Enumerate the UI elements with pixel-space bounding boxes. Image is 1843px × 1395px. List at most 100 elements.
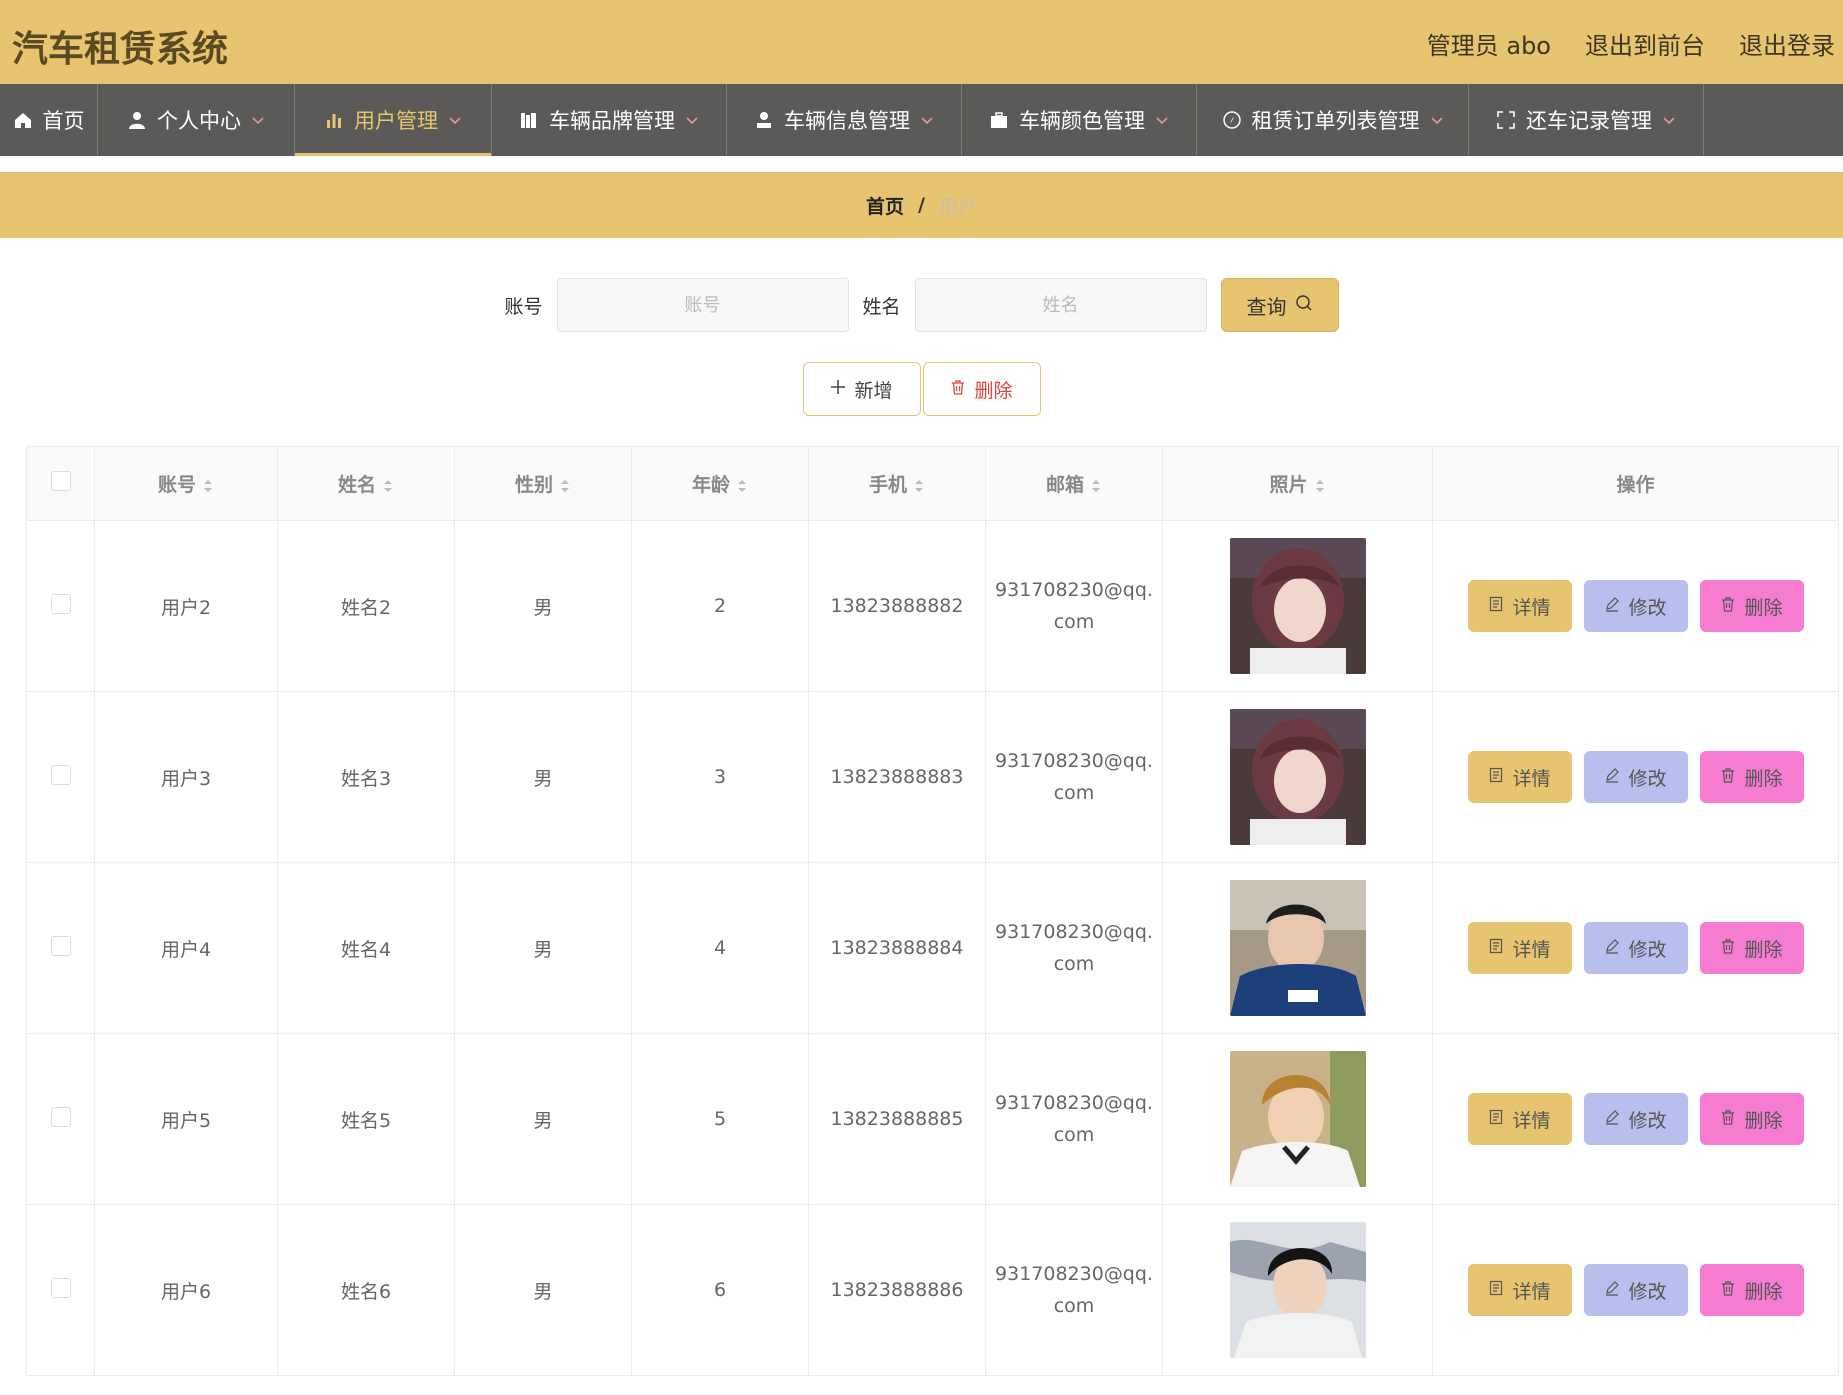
pencil-icon bbox=[1604, 1279, 1620, 1301]
gender-cell: 男 bbox=[454, 1033, 632, 1205]
chevron-down-icon bbox=[685, 113, 699, 127]
account-cell: 用户3 bbox=[94, 691, 278, 863]
column-label: 照片 bbox=[1269, 474, 1308, 496]
select-cell bbox=[26, 1033, 95, 1205]
edit-button[interactable]: 修改 bbox=[1583, 751, 1688, 803]
nav-item-user-management[interactable]: 用户管理 bbox=[295, 84, 492, 156]
account-search-input[interactable] bbox=[556, 278, 849, 332]
sort-icon[interactable] bbox=[559, 477, 571, 495]
user-photo[interactable] bbox=[1229, 1051, 1366, 1187]
detail-label: 详情 bbox=[1512, 1109, 1551, 1132]
sort-icon[interactable] bbox=[1090, 477, 1102, 495]
detail-button[interactable]: 详情 bbox=[1467, 751, 1572, 803]
logout-link[interactable]: 退出登录 bbox=[1739, 26, 1835, 61]
query-button[interactable]: 查询 bbox=[1220, 278, 1339, 332]
edit-label: 修改 bbox=[1628, 938, 1667, 961]
select-all-cell bbox=[26, 446, 95, 521]
edit-button[interactable]: 修改 bbox=[1583, 1093, 1688, 1145]
user-photo[interactable] bbox=[1229, 538, 1366, 674]
chevron-down-icon bbox=[1155, 113, 1169, 127]
column-label: 姓名 bbox=[337, 474, 376, 496]
app-title: 汽车租赁系统 bbox=[12, 29, 229, 70]
column-header[interactable]: 照片 bbox=[1162, 446, 1433, 521]
user-photo[interactable] bbox=[1229, 880, 1366, 1016]
column-header[interactable]: 姓名 bbox=[277, 446, 455, 521]
select-cell bbox=[26, 520, 95, 692]
delete-button[interactable]: 删除 bbox=[1699, 922, 1804, 974]
add-button[interactable]: 新增 bbox=[802, 362, 921, 416]
document-icon bbox=[1488, 937, 1504, 959]
action-bar: 新增 删除 bbox=[0, 362, 1843, 416]
column-header[interactable]: 邮箱 bbox=[985, 446, 1163, 521]
nav-item-return-record-management[interactable]: 还车记录管理 bbox=[1469, 84, 1704, 156]
user-photo[interactable] bbox=[1229, 1222, 1366, 1358]
edit-label: 修改 bbox=[1628, 1280, 1667, 1303]
edit-button[interactable]: 修改 bbox=[1583, 1264, 1688, 1316]
sort-icon[interactable] bbox=[1314, 477, 1326, 495]
delete-label: 删除 bbox=[1744, 1109, 1783, 1132]
edit-button[interactable]: 修改 bbox=[1583, 922, 1688, 974]
email-cell: 931708230@qq.com bbox=[985, 691, 1163, 863]
operations-cell: 详情 修改 删除 bbox=[1432, 1204, 1839, 1376]
column-header[interactable]: 手机 bbox=[808, 446, 986, 521]
sort-icon[interactable] bbox=[382, 477, 394, 495]
name-cell: 姓名3 bbox=[277, 691, 455, 863]
trash-icon bbox=[1720, 937, 1736, 959]
email-cell: 931708230@qq.com bbox=[985, 1204, 1163, 1376]
sort-icon[interactable] bbox=[913, 477, 925, 495]
age-cell: 4 bbox=[631, 862, 809, 1034]
name-search-input[interactable] bbox=[914, 278, 1207, 332]
column-header[interactable]: 账号 bbox=[94, 446, 278, 521]
detail-button[interactable]: 详情 bbox=[1467, 1264, 1572, 1316]
row-checkbox[interactable] bbox=[50, 764, 71, 785]
gender-cell: 男 bbox=[454, 1204, 632, 1376]
nav-label: 首页 bbox=[42, 109, 85, 133]
chevron-down-icon bbox=[448, 113, 462, 127]
trash-icon bbox=[1720, 1108, 1736, 1130]
table-row: 用户3 姓名3 男 3 13823888883 931708230@qq.com… bbox=[26, 691, 1839, 863]
select-all-checkbox[interactable] bbox=[50, 471, 71, 491]
delete-button[interactable]: 删除 bbox=[1699, 1093, 1804, 1145]
nav-label: 车辆颜色管理 bbox=[1019, 109, 1145, 133]
sort-icon[interactable] bbox=[736, 477, 748, 495]
account-cell: 用户5 bbox=[94, 1033, 278, 1205]
edit-button[interactable]: 修改 bbox=[1583, 580, 1688, 632]
row-checkbox[interactable] bbox=[50, 935, 71, 956]
row-checkbox[interactable] bbox=[50, 1277, 71, 1298]
admin-label[interactable]: 管理员 abo bbox=[1427, 26, 1551, 61]
column-header[interactable]: 性别 bbox=[454, 446, 632, 521]
delete-button[interactable]: 删除 bbox=[1699, 580, 1804, 632]
home-icon bbox=[13, 110, 33, 130]
document-icon bbox=[1488, 1108, 1504, 1130]
account-cell: 用户2 bbox=[94, 520, 278, 692]
nav-item-home[interactable]: 首页 bbox=[0, 84, 98, 156]
select-cell bbox=[26, 1204, 95, 1376]
column-header: 操作 bbox=[1432, 446, 1839, 521]
nav-item-color-management[interactable]: 车辆颜色管理 bbox=[962, 84, 1197, 156]
nav-item-vehicle-info-management[interactable]: 车辆信息管理 bbox=[727, 84, 962, 156]
top-links: 管理员 abo 退出到前台 退出登录 bbox=[1427, 26, 1835, 61]
detail-label: 详情 bbox=[1512, 938, 1551, 961]
select-cell bbox=[26, 862, 95, 1034]
delete-button[interactable]: 删除 bbox=[1699, 751, 1804, 803]
phone-cell: 13823888885 bbox=[808, 1033, 986, 1205]
batch-delete-button[interactable]: 删除 bbox=[922, 362, 1041, 416]
to-frontend-link[interactable]: 退出到前台 bbox=[1585, 26, 1705, 61]
photo-cell bbox=[1162, 1204, 1433, 1376]
nav-item-personal-center[interactable]: 个人中心 bbox=[98, 84, 295, 156]
column-header[interactable]: 年龄 bbox=[631, 446, 809, 521]
detail-button[interactable]: 详情 bbox=[1467, 580, 1572, 632]
detail-button[interactable]: 详情 bbox=[1467, 922, 1572, 974]
sort-icon[interactable] bbox=[202, 477, 214, 495]
delete-button[interactable]: 删除 bbox=[1699, 1264, 1804, 1316]
delete-label: 删除 bbox=[1744, 938, 1783, 961]
table-row: 用户2 姓名2 男 2 13823888882 931708230@qq.com… bbox=[26, 520, 1839, 692]
row-checkbox[interactable] bbox=[50, 593, 71, 614]
user-photo[interactable] bbox=[1229, 709, 1366, 845]
detail-button[interactable]: 详情 bbox=[1467, 1093, 1572, 1145]
nav-item-rental-order-management[interactable]: 租赁订单列表管理 bbox=[1197, 84, 1469, 156]
breadcrumb-home[interactable]: 首页 bbox=[866, 192, 904, 219]
nav-item-brand-management[interactable]: 车辆品牌管理 bbox=[492, 84, 727, 156]
row-checkbox[interactable] bbox=[50, 1106, 71, 1127]
email-cell: 931708230@qq.com bbox=[985, 520, 1163, 692]
